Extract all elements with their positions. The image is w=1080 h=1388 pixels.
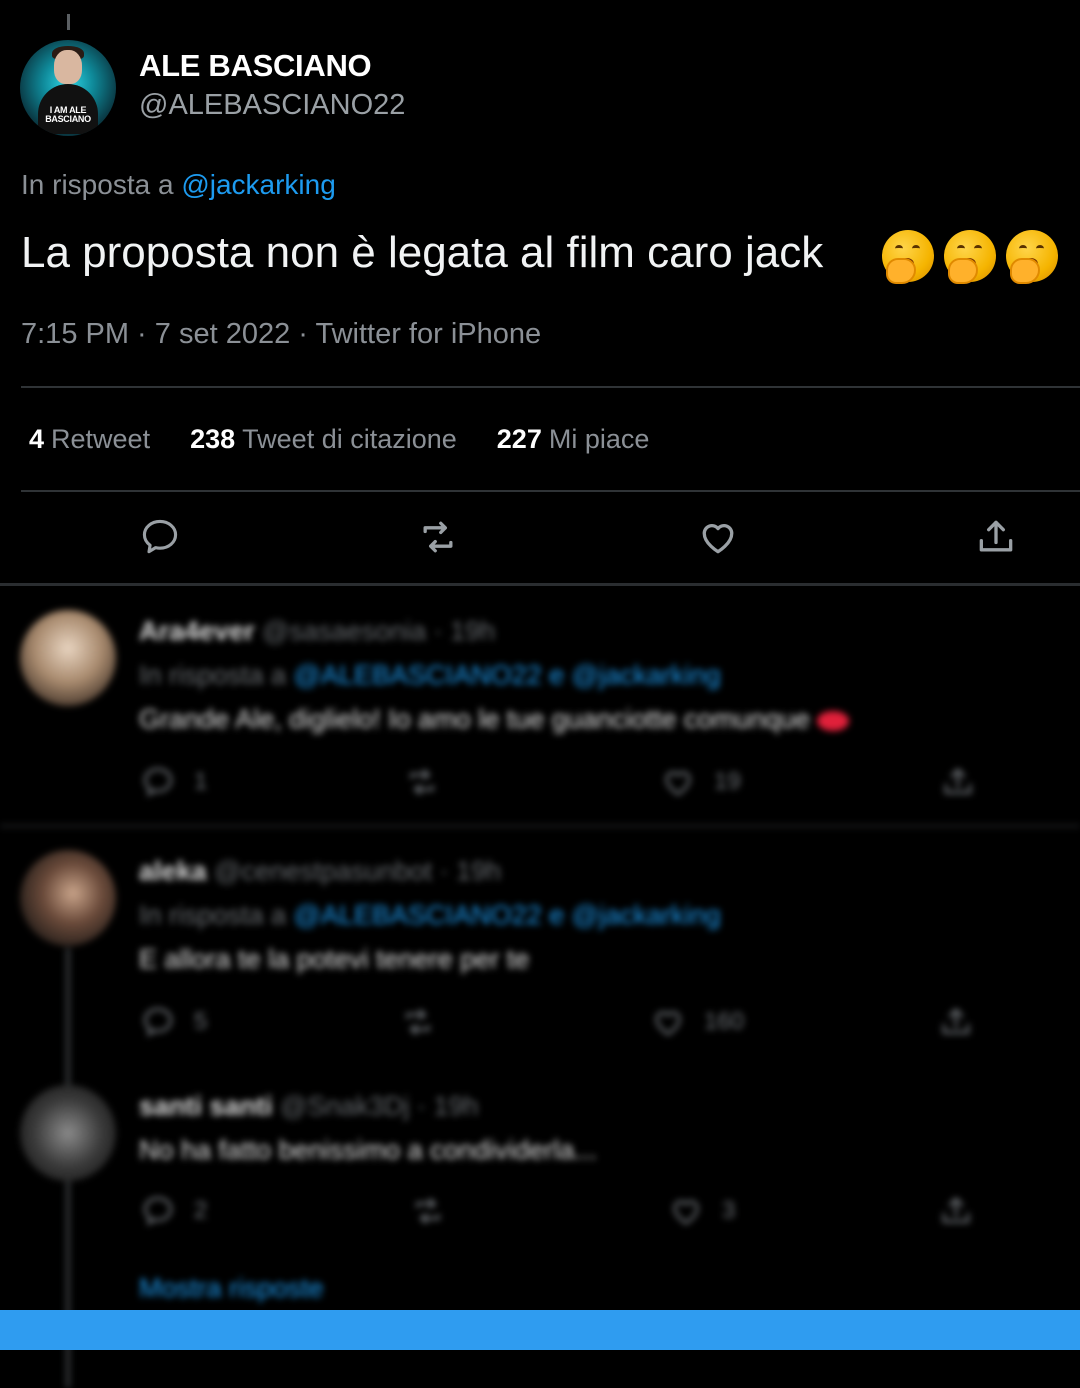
reply-mention-link[interactable]: @jackarking: [181, 169, 335, 200]
reply-prefix: In risposta a: [139, 900, 287, 930]
reply-count: 2: [194, 1197, 208, 1224]
retweet-icon[interactable]: [410, 1193, 446, 1229]
stat-count: 238: [190, 424, 236, 454]
reply-divider: [0, 825, 1080, 827]
reply-avatar[interactable]: [20, 1085, 116, 1181]
author-name[interactable]: ALE BASCIANO: [139, 48, 372, 84]
reply-comment-action[interactable]: 2: [140, 1193, 207, 1229]
reply-author-name: Ara4ever: [139, 616, 255, 646]
kiss-mark-emoji: [817, 710, 850, 731]
reply-comment-action[interactable]: 1: [140, 764, 207, 800]
reply-like-action[interactable]: 3: [668, 1193, 735, 1229]
like-icon: [665, 771, 691, 796]
reply-author[interactable]: aleka @cenestpasunbot · 19h: [139, 856, 501, 887]
reply-text-body: Grande Ale, diglielo! Io amo le tue guan…: [139, 704, 810, 734]
reply-handle-time: @cenestpasunbot · 19h: [214, 856, 502, 886]
like-icon[interactable]: [696, 515, 740, 559]
reply-author-name: santi santi: [139, 1091, 273, 1121]
bottom-banner[interactable]: [0, 1310, 1080, 1350]
reply-prefix: In risposta a: [139, 660, 287, 690]
tweet-text: La proposta non è legata al film caro ja…: [21, 228, 824, 277]
author-handle[interactable]: @ALEBASCIANO22: [139, 89, 405, 122]
show-replies-link[interactable]: Mostra risposte: [139, 1273, 324, 1304]
tweet-stats: 4 Retweet 238 Tweet di citazione 227 Mi pia…: [29, 424, 649, 455]
stat-likes[interactable]: 227 Mi piace: [497, 424, 650, 455]
replies-section: Ara4ever @sasaesonia · 19h In risposta a…: [0, 588, 1080, 1388]
reply-comment-action[interactable]: 5: [140, 1004, 207, 1040]
share-icon[interactable]: [938, 1193, 974, 1229]
reply-icon[interactable]: [138, 515, 182, 559]
reply-prefix: In risposta a: [21, 169, 174, 200]
yawning-face-emoji: [1006, 230, 1058, 284]
reply-context: In risposta a @jackarking: [21, 169, 336, 201]
yawning-face-emoji: [944, 230, 996, 284]
share-icon[interactable]: [974, 515, 1018, 559]
stat-label: Mi piace: [548, 424, 650, 454]
like-icon: [655, 1011, 681, 1036]
reply-count: 5: [194, 1008, 208, 1035]
stat-label: Retweet: [51, 424, 151, 454]
avatar-face: [54, 50, 82, 84]
stat-count: 4: [29, 424, 45, 454]
retweet-icon[interactable]: [400, 1004, 436, 1040]
share-icon[interactable]: [938, 1004, 974, 1040]
reply-author-name: aleka: [139, 856, 207, 886]
reply-text: E allora te la potevi tenere per te: [139, 944, 530, 974]
like-count: 19: [714, 768, 741, 795]
reply-avatar[interactable]: [20, 850, 116, 946]
like-count: 3: [722, 1197, 736, 1224]
reply-handle-time: @sasaesonia · 19h: [262, 616, 496, 646]
divider: [21, 490, 1080, 492]
reply-context: In risposta a @ALEBASCIANO22 e @jackarki…: [139, 900, 721, 931]
emoji-group: [882, 230, 1058, 284]
reply-like-action[interactable]: 19: [660, 764, 741, 800]
reply-text: Grande Ale, diglielo! Io amo le tue guan…: [139, 704, 850, 735]
section-divider: [0, 583, 1080, 586]
stat-quote-tweets[interactable]: 238 Tweet di citazione: [190, 424, 457, 455]
divider: [21, 386, 1080, 388]
reply-mentions[interactable]: @ALEBASCIANO22 e @jackarking: [294, 900, 721, 930]
stat-label: Tweet di citazione: [242, 424, 457, 454]
stat-retweets[interactable]: 4 Retweet: [29, 424, 150, 455]
reply-author[interactable]: santi santi @Snak3Dj · 19h: [139, 1091, 479, 1122]
like-count: 160: [704, 1008, 745, 1035]
share-icon[interactable]: [940, 764, 976, 800]
reply-like-action[interactable]: 160: [650, 1004, 744, 1040]
reply-author[interactable]: Ara4ever @sasaesonia · 19h: [139, 616, 495, 647]
scroll-indicator: [67, 14, 70, 30]
reply-context: In risposta a @ALEBASCIANO22 e @jackarki…: [139, 660, 721, 691]
reply-text: No ha fatto benissimo a condividerla...: [139, 1135, 597, 1165]
tweet-action-bar: [0, 505, 1080, 575]
retweet-icon[interactable]: [416, 515, 460, 559]
reply-icon: [143, 1196, 173, 1226]
reply-avatar[interactable]: [20, 610, 116, 706]
reply-mentions[interactable]: @ALEBASCIANO22 e @jackarking: [294, 660, 721, 690]
like-icon: [673, 1200, 699, 1225]
retweet-icon[interactable]: [404, 764, 440, 800]
yawning-face-emoji: [882, 230, 934, 284]
reply-handle-time: @Snak3Dj · 19h: [280, 1091, 479, 1121]
stat-count: 227: [496, 424, 542, 454]
reply-icon: [143, 767, 173, 797]
reply-count: 1: [194, 768, 208, 795]
tweet-meta: 7:15 PM · 7 set 2022 · Twitter for iPhon…: [21, 318, 542, 350]
reply-icon: [143, 1007, 173, 1037]
avatar-logo-text: I AM ALE BASCIANO: [45, 105, 91, 124]
author-avatar[interactable]: I AM ALE BASCIANO: [20, 40, 116, 136]
